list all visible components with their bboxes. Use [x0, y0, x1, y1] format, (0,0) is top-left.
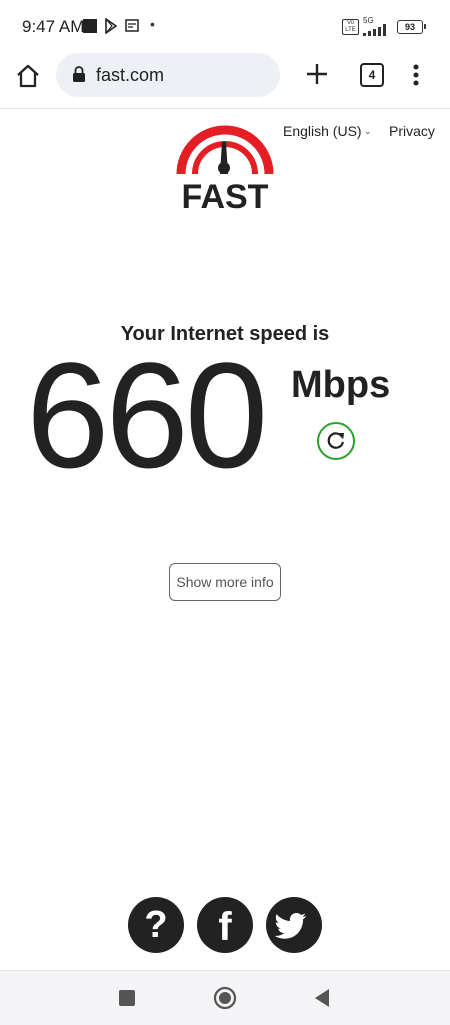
overflow-menu-icon[interactable]	[406, 62, 426, 88]
back-icon[interactable]	[313, 988, 331, 1008]
show-more-info-button[interactable]: Show more info	[169, 563, 281, 601]
recents-icon[interactable]	[119, 990, 135, 1006]
url-text[interactable]: fast.com	[96, 65, 164, 86]
system-nav-bar	[0, 970, 450, 1025]
twitter-icon[interactable]	[266, 897, 322, 953]
address-bar[interactable]: fast.com	[56, 53, 280, 97]
lock-icon	[73, 66, 85, 82]
language-selector[interactable]: English (US)	[283, 123, 362, 139]
dot-icon: •	[150, 16, 155, 32]
news-icon	[125, 19, 139, 32]
stop-square-icon	[83, 19, 97, 33]
tabs-icon[interactable]: 4	[360, 63, 384, 87]
help-icon[interactable]: ?	[128, 897, 184, 953]
signal-icon	[363, 24, 386, 36]
logo-text: FAST	[182, 178, 269, 212]
privacy-link[interactable]: Privacy	[389, 123, 435, 139]
status-bar: 9:47 AM • Vo LTE 5G 93	[0, 0, 450, 50]
status-time: 9:47 AM	[22, 17, 85, 36]
speed-unit: Mbps	[291, 364, 391, 406]
home-circle-icon[interactable]	[213, 986, 237, 1010]
fast-logo: FAST	[176, 125, 274, 212]
facebook-icon[interactable]: f	[197, 897, 253, 953]
volte-badge: Vo LTE	[342, 19, 359, 35]
chevron-down-icon[interactable]: ⌄	[364, 126, 372, 137]
battery-tip	[424, 24, 426, 29]
home-icon[interactable]	[14, 62, 42, 90]
browser-toolbar: fast.com 4	[0, 50, 450, 109]
twitter-bird	[274, 913, 307, 939]
plus-icon[interactable]	[304, 61, 330, 87]
speed-value: 660	[26, 331, 268, 499]
refresh-icon[interactable]	[317, 422, 355, 460]
play-store-icon	[105, 18, 118, 34]
battery-icon: 93	[397, 20, 423, 34]
